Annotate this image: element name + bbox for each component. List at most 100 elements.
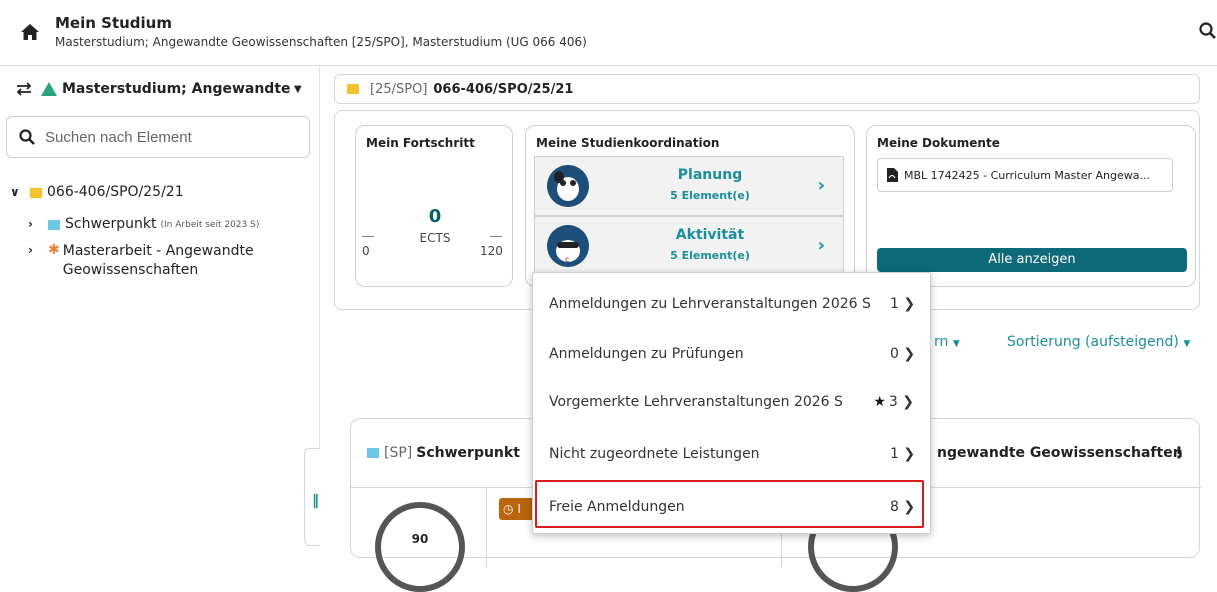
chevron-right-icon[interactable]: › <box>818 235 825 256</box>
documents-card: Meine Dokumente MBL 1742425 - Curriculum… <box>866 125 1196 287</box>
gauge-value: 90 <box>411 532 429 546</box>
menu-item-count: 1 ❯ <box>890 296 916 312</box>
chevron-right-icon: ❯ <box>903 346 916 362</box>
chevron-down-icon: ▼ <box>294 83 302 95</box>
progress-card: Mein Fortschritt 0 ECTS 0 120 <box>355 125 513 287</box>
home-icon[interactable] <box>20 22 40 42</box>
program-label: Masterstudium; Angewandte Ge <box>62 81 292 97</box>
schwerpunkt-title: [SP] Schwerpunkt <box>367 445 520 461</box>
documents-title: Meine Dokumente <box>877 136 1000 150</box>
status-badge-text: I <box>517 502 521 516</box>
coordination-aktivitaet[interactable]: c Aktivität 5 Element(e) › <box>534 216 844 276</box>
tree-item-schwerpunkt[interactable]: › Schwerpunkt (In Arbeit seit 2023 S) <box>28 216 315 232</box>
blue-square-icon <box>367 448 379 458</box>
element-search[interactable] <box>6 116 310 158</box>
menu-item-lv-anmeldungen[interactable]: Anmeldungen zu Lehrveranstaltungen 2026 … <box>533 279 930 329</box>
coordination-name: Planung <box>677 167 743 183</box>
tree-root[interactable]: ∨ 066-406/SPO/25/21 <box>10 184 315 200</box>
search-icon[interactable] <box>1199 22 1217 40</box>
chevron-right-icon[interactable]: › <box>28 217 42 231</box>
chevron-right-icon[interactable]: › <box>818 175 825 196</box>
sort-label: Sortierung (aufsteigend) <box>1007 334 1179 350</box>
menu-item-count: 1 ❯ <box>890 446 916 462</box>
svg-text:c: c <box>565 255 569 264</box>
more-options-icon[interactable]: ⋮ <box>1171 443 1187 462</box>
tree-item-note: (In Arbeit seit 2023 S) <box>160 220 260 230</box>
ects-min: 0 <box>362 244 370 258</box>
menu-item-pruefungen[interactable]: Anmeldungen zu Prüfungen 0 ❯ <box>533 329 930 379</box>
avatar <box>547 165 589 207</box>
menu-item-freie-anmeldungen[interactable]: Freie Anmeldungen 8 ❯ <box>533 482 930 532</box>
ects-value: 0 <box>428 206 442 227</box>
schwerpunkt-code: [SP] <box>384 445 413 461</box>
masterarbeit-title: ngewandte Geowissenschaften <box>937 445 1183 461</box>
curriculum-header: [25/SPO] 066-406/SPO/25/21 <box>334 74 1200 104</box>
menu-item-count: ★ 3 ❯ <box>873 394 914 410</box>
program-switcher[interactable]: Masterstudium; Angewandte Ge ▼ <box>14 78 314 100</box>
menu-item-label: Anmeldungen zu Prüfungen <box>549 346 744 362</box>
search-icon <box>19 129 35 145</box>
search-input[interactable] <box>45 126 295 148</box>
clock-icon: ◷ <box>503 502 514 516</box>
activity-dropdown-menu: Anmeldungen zu Lehrveranstaltungen 2026 … <box>532 272 931 534</box>
tree-item-label: Masterarbeit - Angewandte Geowissenschaf… <box>62 243 254 278</box>
filter-dropdown[interactable]: rn ▼ <box>934 334 960 350</box>
menu-item-count: 8 ❯ <box>890 499 916 515</box>
switch-arrows-icon <box>16 82 32 96</box>
chevron-down-icon[interactable]: ∨ <box>10 185 24 199</box>
tree-item-label: Schwerpunkt <box>65 216 157 232</box>
tree-root-label: 066-406/SPO/25/21 <box>47 184 184 200</box>
menu-item-vorgemerkt[interactable]: Vorgemerkte Lehrveranstaltungen 2026 S ★… <box>533 377 930 427</box>
yellow-square-icon <box>30 188 42 198</box>
document-item[interactable]: MBL 1742425 - Curriculum Master Angewa..… <box>877 158 1173 192</box>
menu-item-count: 0 ❯ <box>890 346 916 362</box>
tree-item-masterarbeit[interactable]: › ✱ Masterarbeit - Angewandte Geowissens… <box>28 242 315 280</box>
menu-item-label: Vorgemerkte Lehrveranstaltungen 2026 S <box>549 394 843 410</box>
filter-label: rn <box>934 334 949 350</box>
chevron-right-icon: ❯ <box>903 296 916 312</box>
sidebar-collapse-handle[interactable]: ‖ <box>304 448 320 546</box>
chevron-down-icon: ▼ <box>952 339 960 349</box>
curriculum-tree: ∨ 066-406/SPO/25/21 › Schwerpunkt (In Ar… <box>10 184 315 290</box>
schwerpunkt-gauge-cell: 90 <box>351 487 487 592</box>
ects-unit: ECTS <box>419 231 451 245</box>
page-subtitle: Masterstudium; Angewandte Geowissenschaf… <box>55 35 587 49</box>
header-title: 066-406/SPO/25/21 <box>433 81 574 97</box>
sort-dropdown[interactable]: Sortierung (aufsteigend) ▼ <box>1007 334 1190 350</box>
chevron-right-icon: ❯ <box>902 394 914 410</box>
drag-handle-icon: ‖ <box>312 493 319 509</box>
menu-item-label: Nicht zugeordnete Leistungen <box>549 446 760 462</box>
sidebar: Masterstudium; Angewandte Ge ▼ ∨ 066-406… <box>0 66 320 546</box>
asterisk-icon: ✱ <box>48 242 60 258</box>
star-icon: ★ <box>873 394 886 410</box>
program-triangle-icon <box>41 82 57 96</box>
coordination-title: Meine Studienkoordination <box>536 136 720 150</box>
page-title: Mein Studium <box>55 14 172 32</box>
chevron-right-icon[interactable]: › <box>28 243 42 257</box>
avatar: c <box>547 225 589 267</box>
coordination-card: Meine Studienkoordination Planung 5 Elem… <box>525 125 855 287</box>
blue-square-icon <box>48 220 60 230</box>
progress-gauge <box>375 502 465 592</box>
chevron-right-icon: ❯ <box>903 499 916 515</box>
progress-title: Mein Fortschritt <box>366 136 475 150</box>
ects-max: 120 <box>480 244 503 258</box>
schwerpunkt-name: Schwerpunkt <box>416 445 520 461</box>
coordination-name: Aktivität <box>675 227 745 243</box>
menu-item-nicht-zugeordnet[interactable]: Nicht zugeordnete Leistungen 1 ❯ <box>533 429 930 479</box>
coordination-count: 5 Element(e) <box>670 189 750 202</box>
pdf-icon <box>887 168 898 182</box>
progress-max-tick <box>490 236 502 237</box>
coordination-planung[interactable]: Planung 5 Element(e) › <box>534 156 844 216</box>
chevron-down-icon: ▼ <box>1183 339 1191 349</box>
top-bar: Mein Studium Masterstudium; Angewandte G… <box>0 0 1217 66</box>
menu-item-label: Freie Anmeldungen <box>549 499 685 515</box>
menu-item-label: Anmeldungen zu Lehrveranstaltungen 2026 … <box>549 296 871 312</box>
chevron-right-icon: ❯ <box>903 446 916 462</box>
show-all-button[interactable]: Alle anzeigen <box>877 248 1187 272</box>
yellow-square-icon <box>347 84 359 94</box>
document-label: MBL 1742425 - Curriculum Master Angewa..… <box>904 168 1150 182</box>
header-code: [25/SPO] <box>370 81 428 97</box>
progress-min-tick <box>362 236 374 237</box>
coordination-count: 5 Element(e) <box>670 249 750 262</box>
